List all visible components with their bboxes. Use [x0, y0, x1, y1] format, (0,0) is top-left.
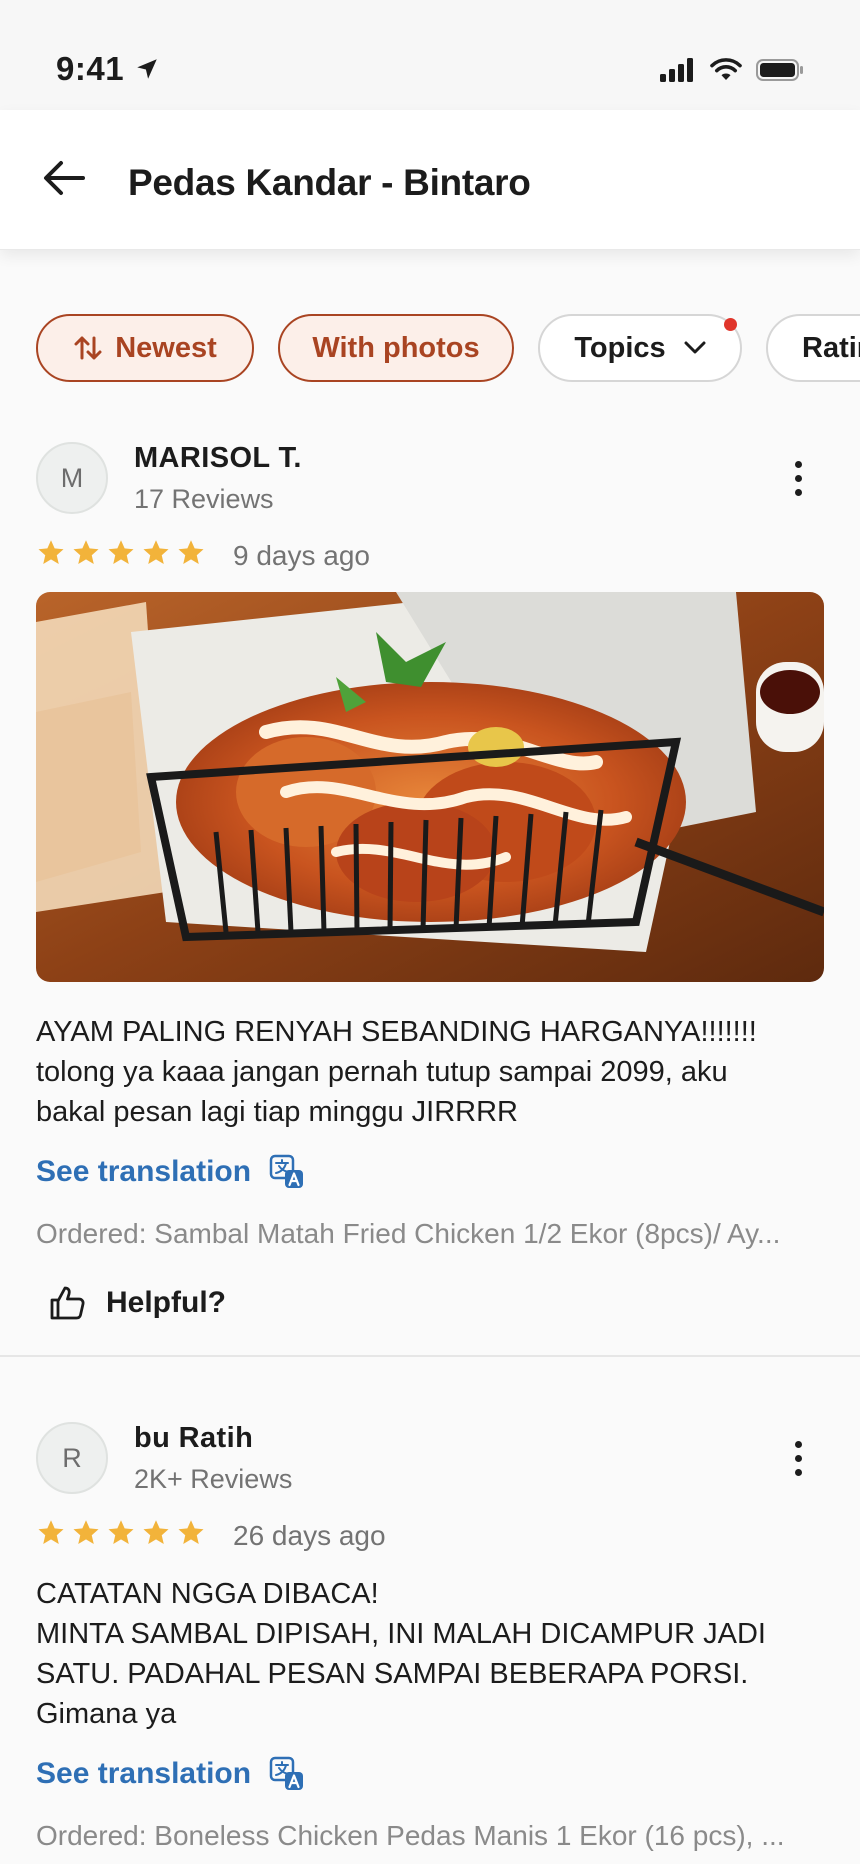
review-text-line: tolong ya kaaa jangan pernah tutup sampa…: [36, 1056, 728, 1088]
avatar: M: [36, 442, 108, 514]
star-icon: [108, 1520, 134, 1544]
status-icons: [660, 58, 804, 87]
notification-badge: [724, 318, 737, 331]
review-date: 9 days ago: [233, 540, 370, 571]
reviewer-name[interactable]: MARISOL T.: [134, 442, 302, 475]
page-title: Pedas Kandar - Bintaro: [128, 162, 531, 203]
see-translation-link[interactable]: See translation: [36, 1154, 305, 1190]
helpful-button[interactable]: Helpful?: [48, 1284, 226, 1322]
star-icon: [143, 540, 169, 564]
review-text: CATATAN NGGA DIBACA! MINTA SAMBAL DIPISA…: [36, 1574, 826, 1734]
translate-icon: [269, 1154, 305, 1190]
status-bar: 9:41: [0, 0, 860, 110]
star-icon: [38, 1520, 64, 1544]
sort-icon: [73, 333, 103, 363]
star-icon: [73, 540, 99, 564]
review-text-line: SATU. PADAHAL PESAN SAMPAI BEBERAPA PORS…: [36, 1658, 749, 1690]
app-bar: Pedas Kandar - Bintaro: [0, 110, 860, 250]
review-text-line: MINTA SAMBAL DIPISAH, INI MALAH DICAMPUR…: [36, 1618, 766, 1650]
see-translation-link[interactable]: See translation: [36, 1756, 305, 1792]
see-translation-label: See translation: [36, 1155, 252, 1188]
ordered-items: Ordered: Boneless Chicken Pedas Manis 1 …: [36, 1820, 785, 1851]
wifi-icon: [710, 58, 742, 87]
star-rating: [36, 1518, 206, 1548]
filter-chip-topics[interactable]: Topics: [538, 314, 742, 382]
review-count: 17 Reviews: [134, 484, 274, 514]
arrow-left-icon: [41, 158, 87, 203]
reviewer-name[interactable]: bu Ratih: [134, 1422, 253, 1455]
review-text-line: bakal pesan lagi tiap minggu JIRRRR: [36, 1096, 518, 1128]
filter-chips: Newest With photos Topics Ratin: [0, 312, 860, 384]
ordered-items: Ordered: Sambal Matah Fried Chicken 1/2 …: [36, 1218, 781, 1249]
chevron-down-icon: [684, 341, 706, 355]
filter-chip-with-photos[interactable]: With photos: [278, 314, 514, 382]
review-date: 26 days ago: [233, 1520, 386, 1551]
translate-icon: [269, 1756, 305, 1792]
divider: [0, 1355, 860, 1357]
star-icon: [108, 540, 134, 564]
filter-chip-rating[interactable]: Ratin: [766, 314, 860, 382]
back-button[interactable]: [38, 158, 90, 202]
review-text-line: CATATAN NGGA DIBACA!: [36, 1578, 379, 1610]
filter-chip-label: Topics: [574, 331, 666, 364]
star-icon: [38, 540, 64, 564]
battery-icon: [756, 58, 804, 87]
review-text-line: AYAM PALING RENYAH SEBANDING HARGANYA!!!…: [36, 1016, 757, 1048]
filter-chip-newest[interactable]: Newest: [36, 314, 254, 382]
filter-chip-label: With photos: [312, 331, 480, 364]
review-text: AYAM PALING RENYAH SEBANDING HARGANYA!!!…: [36, 1012, 826, 1132]
filter-chip-label: Ratin: [802, 331, 860, 364]
status-time: 9:41: [56, 50, 125, 87]
location-arrow-icon: [134, 56, 160, 87]
star-rating: [36, 538, 206, 568]
avatar: R: [36, 1422, 108, 1494]
review-count: 2K+ Reviews: [134, 1464, 293, 1494]
filter-chip-label: Newest: [115, 331, 217, 364]
star-icon: [178, 1520, 204, 1544]
more-options-button[interactable]: [780, 456, 816, 500]
star-icon: [73, 1520, 99, 1544]
review-photo[interactable]: [36, 592, 824, 982]
star-icon: [143, 1520, 169, 1544]
more-options-button[interactable]: [780, 1436, 816, 1480]
thumbs-up-icon: [48, 1284, 86, 1322]
see-translation-label: See translation: [36, 1757, 252, 1790]
star-icon: [178, 540, 204, 564]
cellular-signal-icon: [660, 58, 696, 87]
helpful-label: Helpful?: [106, 1286, 226, 1319]
review-text-line: Gimana ya: [36, 1698, 177, 1730]
